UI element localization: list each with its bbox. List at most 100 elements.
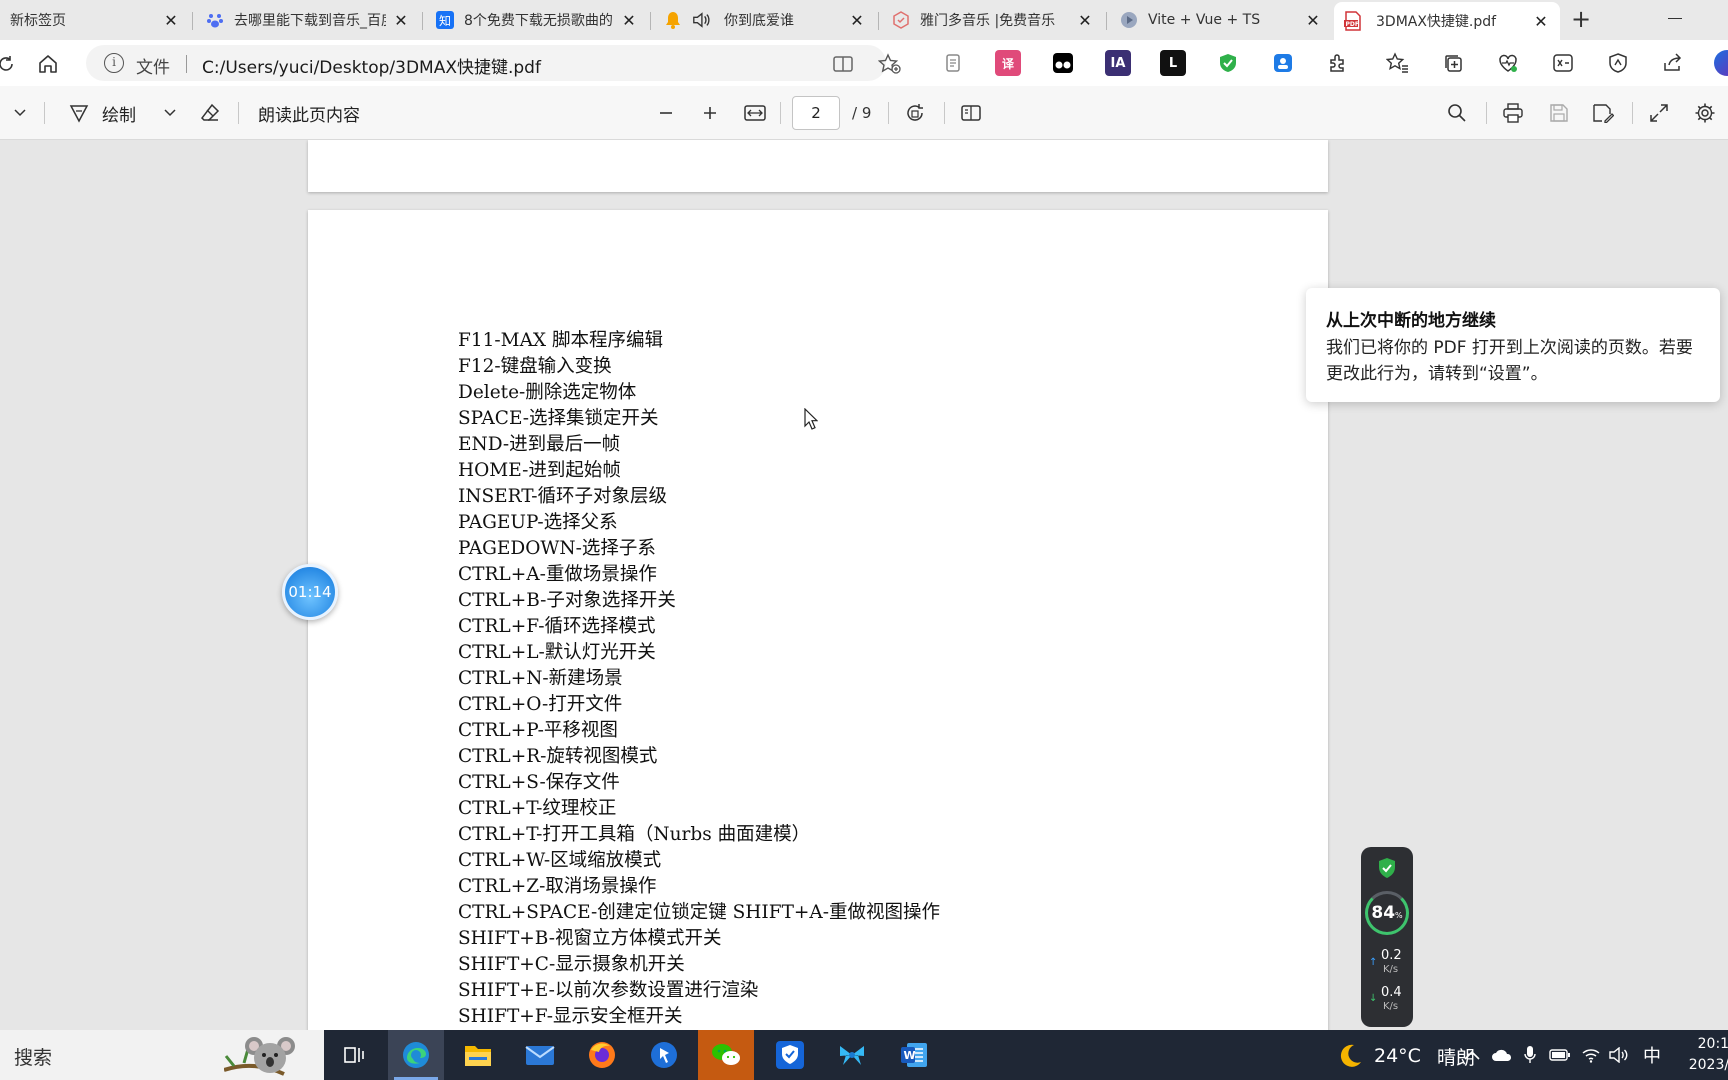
shortcut-line: CTRL+F-循环选择模式 xyxy=(458,616,656,637)
battery-icon[interactable] xyxy=(1548,1044,1572,1066)
collections-doc-icon[interactable] xyxy=(940,50,966,76)
pdf-page-2: F11-MAX 脚本程序编辑 F12-键盘输入变换 Delete-删除选定物体 … xyxy=(308,210,1328,1030)
globe-icon xyxy=(1120,11,1138,29)
tab-zhihu[interactable]: 知 8个免费下载无损歌曲的网站 ✕ xyxy=(426,4,648,36)
read-aloud-button[interactable]: 朗读此页内容 xyxy=(258,100,368,126)
shortcut-line: SPACE-选择集锁定开关 xyxy=(458,408,659,429)
chevron-down-icon[interactable] xyxy=(10,100,30,126)
security-app-icon[interactable] xyxy=(762,1030,818,1080)
copilot-icon[interactable] xyxy=(1714,50,1728,76)
math-solver-icon[interactable] xyxy=(1550,50,1576,76)
health-icon[interactable] xyxy=(1495,50,1521,76)
tampermonkey-icon[interactable] xyxy=(1050,50,1076,76)
close-icon[interactable]: ✕ xyxy=(392,11,410,30)
speaker-icon[interactable] xyxy=(692,11,710,29)
tab-title: 8个免费下载无损歌曲的网站 xyxy=(464,13,614,29)
tab-pdf-active[interactable]: PDF 3DMAX快捷键.pdf ✕ xyxy=(1334,2,1560,40)
tab-jamendo[interactable]: 雅门多音乐 |免费音乐 ✕ xyxy=(882,4,1104,36)
eraser-icon[interactable] xyxy=(198,100,222,126)
lt-ext-icon[interactable]: L xyxy=(1160,50,1186,76)
toast-title: 从上次中断的地方继续 xyxy=(1326,311,1496,331)
fit-width-icon[interactable] xyxy=(742,100,768,126)
minimize-button[interactable] xyxy=(1668,18,1682,19)
pdf-viewer[interactable]: F11-MAX 脚本程序编辑 F12-键盘输入变换 Delete-删除选定物体 … xyxy=(0,140,1728,1030)
tab-baidu-zhidao[interactable]: 去哪里能下载到音乐_百度知道 ✕ xyxy=(196,4,420,36)
shortcut-line: SHIFT+F-显示安全框开关 xyxy=(458,1006,683,1027)
url-text[interactable]: C:/Users/yuci/Desktop/3DMAX快捷键.pdf xyxy=(202,53,541,78)
omnibox[interactable]: i 文件 C:/Users/yuci/Desktop/3DMAX快捷键.pdf xyxy=(86,45,901,81)
settings-gear-icon[interactable] xyxy=(1692,100,1718,126)
clock-date: 2023/5 xyxy=(1688,1057,1728,1073)
split-screen-icon[interactable] xyxy=(832,53,854,75)
wechat-icon[interactable] xyxy=(698,1030,754,1080)
zoom-out-icon[interactable] xyxy=(654,100,678,126)
file-explorer-icon[interactable] xyxy=(450,1030,506,1080)
onedrive-cloud-icon[interactable] xyxy=(1490,1044,1514,1066)
refresh-icon[interactable] xyxy=(0,50,20,78)
weather-widget[interactable]: 24°C 晴朗 xyxy=(1336,1042,1475,1070)
pdf-page-1 xyxy=(308,140,1328,192)
tab-new-tab[interactable]: 新标签页 ✕ xyxy=(0,4,190,36)
tray-chevron-up-icon[interactable] xyxy=(1462,1044,1482,1066)
shortcut-line: CTRL+T-纹理校正 xyxy=(458,798,617,819)
mail-icon[interactable] xyxy=(512,1030,568,1080)
shield-ext-icon[interactable] xyxy=(1215,50,1241,76)
close-icon[interactable]: ✕ xyxy=(620,11,638,30)
wifi-icon[interactable] xyxy=(1580,1044,1602,1066)
close-icon[interactable]: ✕ xyxy=(848,11,866,30)
ime-indicator[interactable]: 中 xyxy=(1640,1044,1664,1067)
toolbar-divider xyxy=(944,102,945,124)
taskbar-clock[interactable]: 20:19 2023/5 xyxy=(1678,1034,1728,1076)
microphone-icon[interactable] xyxy=(1520,1044,1540,1066)
memory-usage-ring: 84% xyxy=(1365,891,1409,935)
save-icon[interactable] xyxy=(1546,100,1572,126)
word-icon[interactable]: W xyxy=(886,1030,942,1080)
shortcut-line: PAGEDOWN-选择子系 xyxy=(458,538,656,559)
ia-ext-icon[interactable]: IA xyxy=(1105,50,1131,76)
share-icon[interactable] xyxy=(1660,50,1686,76)
shortcut-list: F11-MAX 脚本程序编辑 F12-键盘输入变换 Delete-删除选定物体 … xyxy=(458,328,1278,1030)
address-bar: i 文件 C:/Users/yuci/Desktop/3DMAX快捷键.pdf … xyxy=(0,40,1728,86)
draw-options-chevron-icon[interactable] xyxy=(160,100,180,126)
draw-button[interactable]: 绘制 xyxy=(68,100,144,126)
close-icon[interactable]: ✕ xyxy=(1532,12,1550,31)
toolbar-divider xyxy=(238,102,239,124)
add-favorite-icon[interactable] xyxy=(877,53,901,75)
close-icon[interactable]: ✕ xyxy=(162,11,180,30)
print-icon[interactable] xyxy=(1500,100,1526,126)
close-icon[interactable]: ✕ xyxy=(1304,11,1322,30)
tab-title: 你到底爱谁 xyxy=(724,13,794,29)
tab-title: 去哪里能下载到音乐_百度知道 xyxy=(234,13,386,29)
close-icon[interactable]: ✕ xyxy=(1076,11,1094,30)
search-icon[interactable] xyxy=(1444,100,1470,126)
extensions-puzzle-icon[interactable] xyxy=(1325,50,1351,76)
blue-ext-icon[interactable] xyxy=(1270,50,1296,76)
tab-music-playing[interactable]: 你到底爱谁 ✕ xyxy=(654,4,876,36)
fullscreen-icon[interactable] xyxy=(1646,100,1672,126)
translate-ext-icon[interactable]: 译 xyxy=(995,50,1021,76)
pin-app-icon[interactable] xyxy=(636,1030,692,1080)
performance-icon[interactable] xyxy=(1605,50,1631,76)
volume-icon[interactable] xyxy=(1608,1044,1630,1066)
collections-icon[interactable] xyxy=(1440,50,1466,76)
tab-vite-vue[interactable]: Vite + Vue + TS ✕ xyxy=(1110,4,1332,36)
page-view-icon[interactable] xyxy=(958,100,984,126)
info-icon[interactable]: i xyxy=(104,53,124,73)
taskbar-search[interactable]: 搜索 xyxy=(0,1030,324,1080)
network-speed-widget[interactable]: 84% ↑ 0.2 K/s ↓ 0.4 K/s xyxy=(1361,847,1413,1027)
task-view-icon[interactable] xyxy=(326,1030,382,1080)
favorites-icon[interactable] xyxy=(1385,50,1411,76)
firefox-icon[interactable] xyxy=(574,1030,630,1080)
edge-browser-icon[interactable] xyxy=(388,1030,444,1080)
toolbar-divider xyxy=(44,102,45,124)
omnibox-divider xyxy=(186,55,187,73)
butterfly-app-icon[interactable] xyxy=(824,1030,880,1080)
tab-title: 新标签页 xyxy=(10,13,66,29)
rotate-icon[interactable] xyxy=(902,100,928,126)
home-icon[interactable] xyxy=(34,50,62,78)
floating-timer[interactable]: 01:14 xyxy=(282,564,338,620)
new-tab-button[interactable]: + xyxy=(1566,6,1596,34)
page-number-input[interactable]: 2 xyxy=(792,96,840,130)
save-as-icon[interactable] xyxy=(1590,100,1616,126)
zoom-in-icon[interactable] xyxy=(698,100,722,126)
